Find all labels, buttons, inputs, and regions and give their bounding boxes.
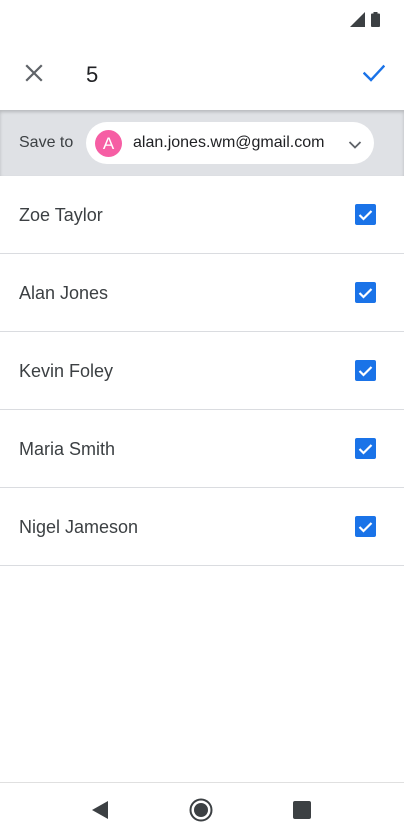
signal-icon [350,12,365,32]
checkmark-icon [358,521,373,533]
contact-row[interactable]: Nigel Jameson [0,488,404,566]
contact-name: Maria Smith [19,439,116,459]
checkmark-icon [358,287,373,299]
save-to-label: Save to [19,134,74,151]
account-selector[interactable]: A alan.jones.wm@gmail.com [86,122,374,164]
back-button[interactable] [85,797,115,827]
checkmark-icon [358,209,373,221]
check-icon [362,64,386,87]
back-icon [91,800,109,825]
home-button[interactable] [186,797,216,827]
contact-checkbox[interactable] [355,204,376,225]
contact-name: Nigel Jameson [19,517,139,537]
home-icon [189,798,213,827]
contact-row[interactable]: Maria Smith [0,410,404,488]
selected-count: 5 [86,62,99,87]
save-to-bar: Save to A alan.jones.wm@gmail.com [0,110,404,176]
close-icon [25,63,43,87]
avatar: A [95,129,122,157]
checkmark-icon [358,365,373,377]
contact-checkbox[interactable] [355,438,376,459]
contact-row[interactable]: Kevin Foley [0,332,404,410]
header: 5 [0,40,404,110]
status-icons [350,12,380,32]
battery-icon [371,12,380,32]
contact-row[interactable]: Alan Jones [0,254,404,332]
contact-row[interactable]: Zoe Taylor [0,176,404,254]
contact-list: Zoe Taylor Alan Jones Kevin Foley Maria … [0,176,404,566]
contact-name: Zoe Taylor [19,205,103,225]
confirm-button[interactable] [352,53,396,97]
contact-checkbox[interactable] [355,282,376,303]
recents-icon [293,800,311,824]
contact-name: Alan Jones [19,283,109,303]
chevron-down-icon [348,137,362,149]
contact-name: Kevin Foley [19,361,114,381]
contact-checkbox[interactable] [355,360,376,381]
close-button[interactable] [12,53,56,97]
recents-button[interactable] [287,797,317,827]
status-bar [0,0,404,40]
checkmark-icon [358,443,373,455]
account-email: alan.jones.wm@gmail.com [133,134,325,151]
screen: 5 Save to A alan.jones.wm@gmail.com Zoe … [0,0,404,840]
contact-checkbox[interactable] [355,516,376,537]
navigation-bar [0,782,404,840]
